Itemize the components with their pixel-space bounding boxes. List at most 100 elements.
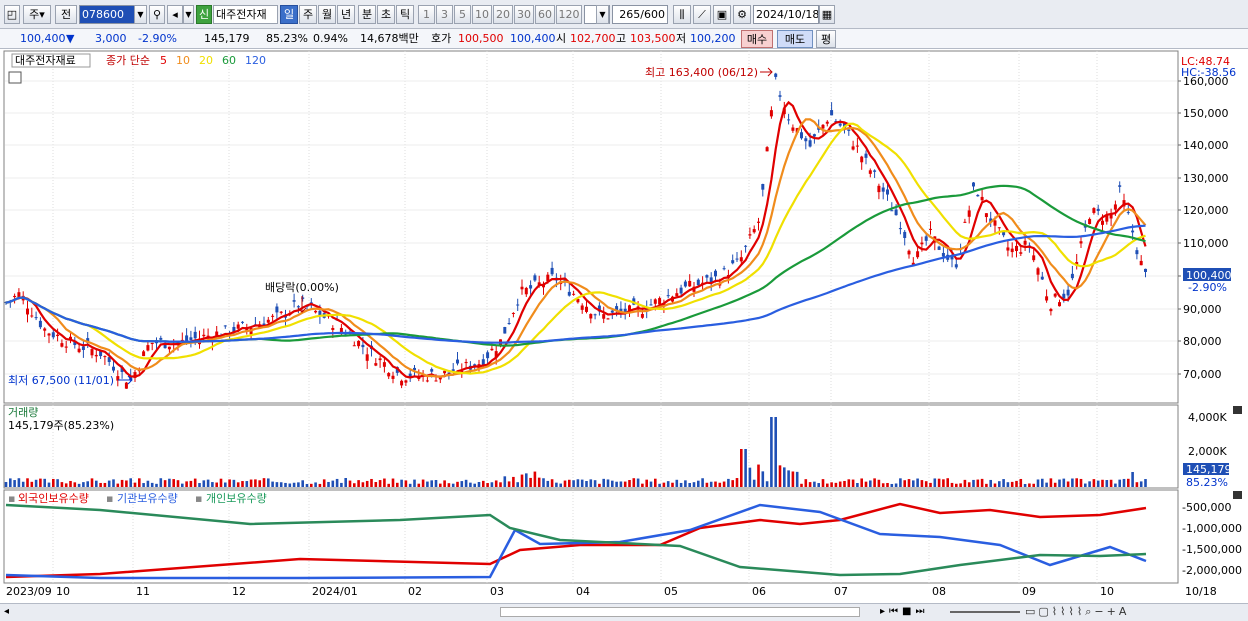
close-icon[interactable] (1233, 491, 1242, 499)
stock-name: 대주전자재 (213, 5, 278, 24)
date-input[interactable]: 2024/10/18 (753, 5, 819, 24)
candle-body (266, 319, 270, 323)
interval-60[interactable]: 60 (535, 5, 555, 24)
interval-1[interactable]: 1 (418, 5, 435, 24)
candle-body (1006, 247, 1010, 251)
volume-bar (1036, 479, 1040, 487)
candle-body (443, 370, 447, 374)
candle-body (533, 275, 537, 281)
sell-button[interactable]: 매도 (777, 30, 813, 48)
volume-bar (434, 480, 438, 487)
average-button[interactable]: 평 (816, 30, 836, 48)
chart-area[interactable]: 160,000 150,000 140,000 130,000 120,000 110,0… (0, 50, 1248, 603)
playback-controls-icon[interactable]: ▸⏮■⏭ (880, 605, 928, 619)
volume-bar (649, 481, 653, 487)
volume-value: 145,179주(85.23%) (8, 419, 114, 432)
interval-30[interactable]: 30 (514, 5, 534, 24)
volume-bar (654, 478, 657, 487)
period-day[interactable]: 일 (280, 5, 298, 24)
volume-y-tick: 4,000K (1188, 411, 1227, 424)
chevron-down-icon[interactable]: ▼ (596, 5, 609, 24)
volume-bar (297, 482, 300, 487)
volume-bar (795, 471, 799, 487)
volume-bar (834, 482, 838, 487)
candle-body (757, 221, 760, 223)
volume-bar (236, 482, 240, 487)
period-minute[interactable]: 분 (358, 5, 376, 24)
dividend-annotation: 배당락(0.00%) (265, 281, 339, 294)
interval-20[interactable]: 20 (493, 5, 513, 24)
candle-body (967, 210, 971, 217)
period-second[interactable]: 초 (377, 5, 395, 24)
candle-body (572, 293, 576, 295)
volume-bar (288, 483, 292, 487)
interval-5[interactable]: 5 (454, 5, 471, 24)
volume-bar (1023, 483, 1027, 487)
candle-body (976, 194, 980, 197)
count-input[interactable]: 265/600 (612, 5, 668, 24)
market-select[interactable]: 주▾ (23, 5, 51, 24)
scroll-left-icon[interactable]: ◂ (4, 605, 18, 619)
bottom-scrollbar[interactable]: ◂ ▸⏮■⏭ ▭▢⌇⌇⌇⌇⌕−+A (0, 603, 1248, 621)
volume-bar (666, 481, 670, 487)
gear-icon[interactable]: ⚙ (733, 5, 751, 24)
candle-body (507, 322, 511, 324)
chevron-down-icon[interactable]: ▼ (134, 5, 147, 24)
x-tick-label: 06 (752, 585, 766, 598)
save-icon[interactable]: ▣ (713, 5, 731, 24)
legend-ma-type: 종가 단순 (106, 54, 150, 67)
interval-10[interactable]: 10 (472, 5, 492, 24)
buy-button[interactable]: 매수 (741, 30, 773, 48)
close-icon[interactable] (1233, 406, 1242, 414)
x-tick-label: 03 (490, 585, 504, 598)
volume-bar (482, 480, 485, 487)
volume-bar (64, 483, 68, 487)
x-axis: 2023/09 10 11 12 2024/01 02 03 04 05 06 07 08 09 10 10… (6, 585, 1217, 598)
interval-3[interactable]: 3 (436, 5, 453, 24)
candle-body (146, 345, 150, 351)
candle-body (275, 306, 279, 313)
period-month[interactable]: 월 (318, 5, 336, 24)
candle-body (580, 305, 584, 310)
volume-bar (30, 481, 34, 487)
window-icon[interactable]: ◰ (4, 5, 20, 24)
volume-bar (899, 478, 902, 487)
volume-bar (563, 480, 567, 487)
period-week[interactable]: 주 (299, 5, 317, 24)
candle-body (980, 196, 984, 201)
chevron-down-icon[interactable]: ▼ (183, 5, 194, 24)
open-price: 102,700 (570, 32, 616, 45)
draw-line-icon[interactable]: ⟋ (693, 5, 711, 24)
candle-icon[interactable]: ⫼ (673, 5, 691, 24)
top-toolbar: ◰ 주▾ 전 078600 ▼ ⚲ ◂ ▼ 신 대주전자재 일 주 월 년 분 … (0, 0, 1248, 29)
period-year[interactable]: 년 (337, 5, 355, 24)
calendar-icon[interactable]: ▦ (819, 5, 835, 24)
change-percent: -2.90% (138, 32, 177, 45)
volume-bar (580, 479, 584, 487)
volume-bar (920, 480, 924, 487)
scroll-thumb[interactable] (500, 607, 860, 617)
volume-bar (761, 471, 765, 487)
search-icon[interactable]: ⚲ (149, 5, 165, 24)
volume-bar (198, 483, 201, 487)
volume-bar (314, 482, 317, 487)
candle-body (1079, 241, 1083, 244)
volume-bar (714, 481, 717, 487)
zoom-slider[interactable] (950, 611, 1020, 613)
type-select[interactable]: 전 (55, 5, 77, 24)
candle-body (361, 344, 365, 348)
interval-120[interactable]: 120 (556, 5, 582, 24)
candle-body (851, 146, 855, 150)
speaker-icon[interactable]: ◂ (167, 5, 183, 24)
x-tick-label: 04 (576, 585, 590, 598)
table-icon[interactable] (8, 71, 22, 84)
period-tick[interactable]: 틱 (396, 5, 414, 24)
volume-bar (1105, 480, 1109, 487)
candle-body (279, 311, 283, 313)
candle-body (387, 373, 391, 377)
volume-bar (13, 480, 16, 487)
chart-tools-icon[interactable]: ▭▢⌇⌇⌇⌇⌕−+A (1025, 605, 1129, 619)
candle-body (606, 318, 610, 320)
volume-bar (903, 480, 906, 487)
volume-bar (1019, 478, 1023, 487)
